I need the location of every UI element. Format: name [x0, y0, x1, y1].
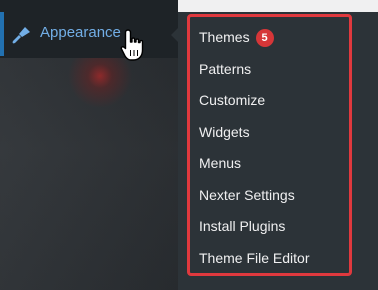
blurred-content [0, 58, 178, 290]
highlight-frame [187, 14, 352, 276]
sidebar-item-label: Appearance [40, 24, 121, 41]
active-indicator [0, 12, 4, 56]
admin-sidebar: Appearance [0, 0, 179, 290]
paintbrush-icon [12, 27, 30, 44]
hand-pointer-icon [120, 29, 144, 61]
sidebar-item-appearance[interactable]: Appearance [0, 12, 179, 56]
